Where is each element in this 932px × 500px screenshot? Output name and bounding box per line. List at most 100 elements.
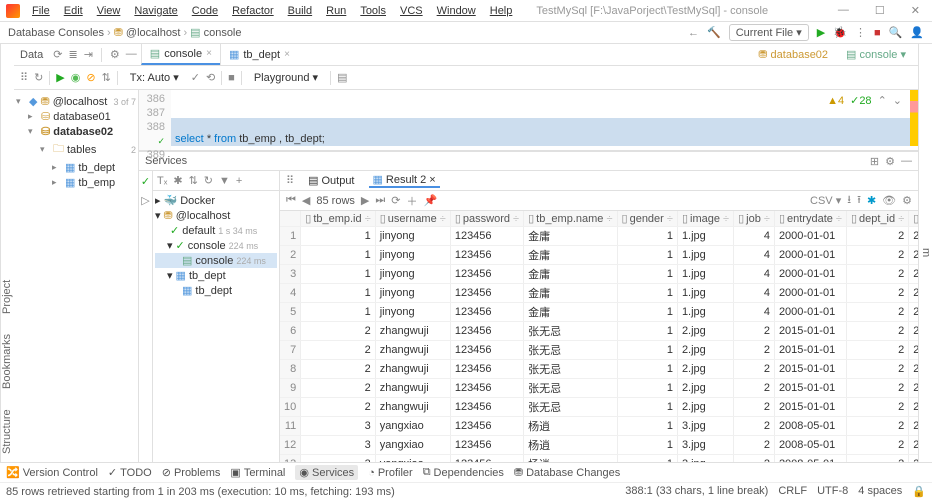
editor-inspection[interactable]: ▲4 ✓28 ⌃⌄ <box>827 94 902 107</box>
svc-arrow-icon[interactable]: ▷ <box>141 194 149 207</box>
maximize-icon[interactable]: ☐ <box>869 2 891 19</box>
menu-navigate[interactable]: Navigate <box>128 3 183 19</box>
tab-console[interactable]: ▤console× <box>141 44 220 65</box>
last-page-icon[interactable]: ⏭ <box>375 194 385 207</box>
result-grip-icon[interactable]: ⠿ <box>286 174 294 187</box>
search-icon[interactable]: 🔍 <box>889 26 903 39</box>
filter-icon[interactable]: ≣ <box>68 48 77 61</box>
tab-output[interactable]: ▤Output <box>304 174 358 187</box>
rollback-icon[interactable]: ⊘ <box>86 71 95 84</box>
stop-query-icon[interactable]: ■ <box>228 72 235 84</box>
minimize-panel-icon[interactable]: — <box>126 48 137 61</box>
menu-build[interactable]: Build <box>282 3 318 19</box>
drag-icon[interactable]: ⠿ <box>20 71 28 84</box>
prev-page-icon[interactable]: ◀ <box>302 194 310 207</box>
commit-icon[interactable]: ⇅ <box>102 71 111 84</box>
encoding[interactable]: UTF-8 <box>817 485 848 498</box>
menu-edit[interactable]: Edit <box>58 3 89 19</box>
close-tab-console-icon[interactable]: × <box>206 48 212 59</box>
menu-tools[interactable]: Tools <box>354 3 392 19</box>
caret-pos[interactable]: 388:1 (33 chars, 1 line break) <box>625 485 768 498</box>
gear-icon[interactable]: ⚙ <box>110 48 120 61</box>
breadcrumb: Database Consoles › ⛃@localhost › ▤conso… <box>0 22 932 44</box>
explain-icon[interactable]: ◉ <box>71 71 81 84</box>
refresh-icon[interactable]: ⟳ <box>53 48 62 61</box>
minimap[interactable] <box>910 90 918 146</box>
services-gear-icon[interactable]: ⚙ <box>885 155 895 168</box>
debug-icon[interactable]: 🐞 <box>833 26 847 39</box>
right-m[interactable]: m <box>920 248 932 257</box>
services-opts-icon[interactable]: ⊞ <box>870 155 879 168</box>
sql-editor[interactable]: select * from tb_emp , tb_dept; <box>171 90 918 150</box>
run-config-dropdown[interactable]: Current File ▾ <box>729 24 809 41</box>
left-structure[interactable]: Structure <box>1 409 14 454</box>
more-run-icon[interactable]: ⋮ <box>855 26 866 39</box>
right-tool-strip: m <box>918 44 932 462</box>
csv-dropdown[interactable]: CSV ▾ <box>810 194 841 207</box>
tab-profiler[interactable]: ◔ Profiler <box>368 467 413 479</box>
tx-mode-dropdown[interactable]: Tx: Auto ▾ <box>124 70 185 85</box>
tab-tb-dept[interactable]: ▦tb_dept× <box>220 44 298 65</box>
tab-todo[interactable]: ✓ TODO <box>108 466 152 479</box>
row-count: 85 rows <box>316 195 355 207</box>
exec-icon[interactable]: ▶ <box>56 71 64 84</box>
next-page-icon[interactable]: ▶ <box>361 194 369 207</box>
eye-icon[interactable]: 👁 <box>882 194 896 207</box>
left-project[interactable]: Project <box>1 280 14 314</box>
db-chip[interactable]: ⛃ database02 <box>752 47 834 62</box>
tab-result[interactable]: ▦Result 2× <box>369 173 440 188</box>
menu-file[interactable]: File <box>26 3 56 19</box>
hammer-icon[interactable]: 🔨 <box>707 26 721 39</box>
stop-icon[interactable]: ■ <box>874 27 881 39</box>
menu-vcs[interactable]: VCS <box>394 3 429 19</box>
settings-icon[interactable]: ▤ <box>337 71 347 84</box>
breadcrumb-host[interactable]: ⛃@localhost <box>114 26 181 39</box>
tab-problems[interactable]: ⊘ Problems <box>162 466 221 479</box>
services-hide-icon[interactable]: — <box>901 155 912 168</box>
menu-refactor[interactable]: Refactor <box>226 3 280 19</box>
reload-icon[interactable]: ⟳ <box>391 194 400 207</box>
services-tree[interactable]: ▸🐳Docker ▾⛃@localhost ✓default 1 s 34 ms… <box>153 191 279 462</box>
editor-tabs: Data ⟳ ≣ ⇥ ⚙ — ▤console× ▦tb_dept× ⛃ dat… <box>14 44 918 66</box>
left-bookmarks[interactable]: Bookmarks <box>1 334 14 389</box>
line-sep[interactable]: CRLF <box>778 485 807 498</box>
tab-version-control[interactable]: 🔀 Version Control <box>6 466 98 479</box>
menu-view[interactable]: View <box>91 3 127 19</box>
menu-window[interactable]: Window <box>431 3 482 19</box>
breadcrumb-console[interactable]: ▤console <box>190 26 241 39</box>
export-icon[interactable]: ⭳ <box>847 191 851 210</box>
indent[interactable]: 4 spaces <box>858 485 902 498</box>
tab-terminal[interactable]: ▣ Terminal <box>230 466 285 479</box>
rollback2-icon[interactable]: ⟲ <box>206 71 215 84</box>
run-icon[interactable]: ▶ <box>817 26 825 39</box>
pin-icon[interactable]: 📌 <box>424 194 438 207</box>
breadcrumb-root[interactable]: Database Consoles <box>8 27 104 39</box>
console-chip[interactable]: ▤ console ▾ <box>840 47 912 62</box>
back-icon[interactable]: ← <box>688 27 699 39</box>
menu-help[interactable]: Help <box>484 3 519 19</box>
close-icon[interactable]: ✕ <box>905 2 926 19</box>
view-icon[interactable]: ✱ <box>867 194 876 207</box>
tab-services[interactable]: ◉ Services <box>295 465 358 480</box>
database-tree[interactable]: ▾◆⛃@localhost3 of 7 ▸⛁database01 ▾⛁datab… <box>14 90 139 462</box>
status-bar: 85 rows retrieved starting from 1 in 203… <box>0 482 932 500</box>
commit2-icon[interactable]: ✓ <box>191 71 200 84</box>
add-row-icon[interactable]: ＋ <box>407 193 418 209</box>
tab-db-changes[interactable]: ⛃ Database Changes <box>514 466 620 479</box>
lock-icon[interactable]: 🔒 <box>912 485 926 498</box>
result-grid[interactable]: ▯tb_emp.id ÷▯username ÷▯password ÷▯tb_em… <box>280 211 918 462</box>
tab-dependencies[interactable]: ⧉ Dependencies <box>423 466 504 479</box>
first-page-icon[interactable]: ⏮ <box>286 194 296 207</box>
svc-ok-icon[interactable]: ✓ <box>141 175 150 188</box>
menu-code[interactable]: Code <box>186 3 224 19</box>
services-toolbar: ✓ ▷ <box>139 171 153 462</box>
avatar-icon[interactable]: 👤 <box>910 26 924 39</box>
grid-gear-icon[interactable]: ⚙ <box>902 194 912 207</box>
history-icon[interactable]: ↻ <box>34 71 43 84</box>
collapse-icon[interactable]: ⇥ <box>84 48 93 61</box>
close-tab-dept-icon[interactable]: × <box>284 49 290 60</box>
menu-run[interactable]: Run <box>320 3 352 19</box>
import-icon[interactable]: ⭱ <box>857 191 861 210</box>
minimize-icon[interactable]: — <box>832 2 855 19</box>
playground-dropdown[interactable]: Playground ▾ <box>248 70 324 85</box>
